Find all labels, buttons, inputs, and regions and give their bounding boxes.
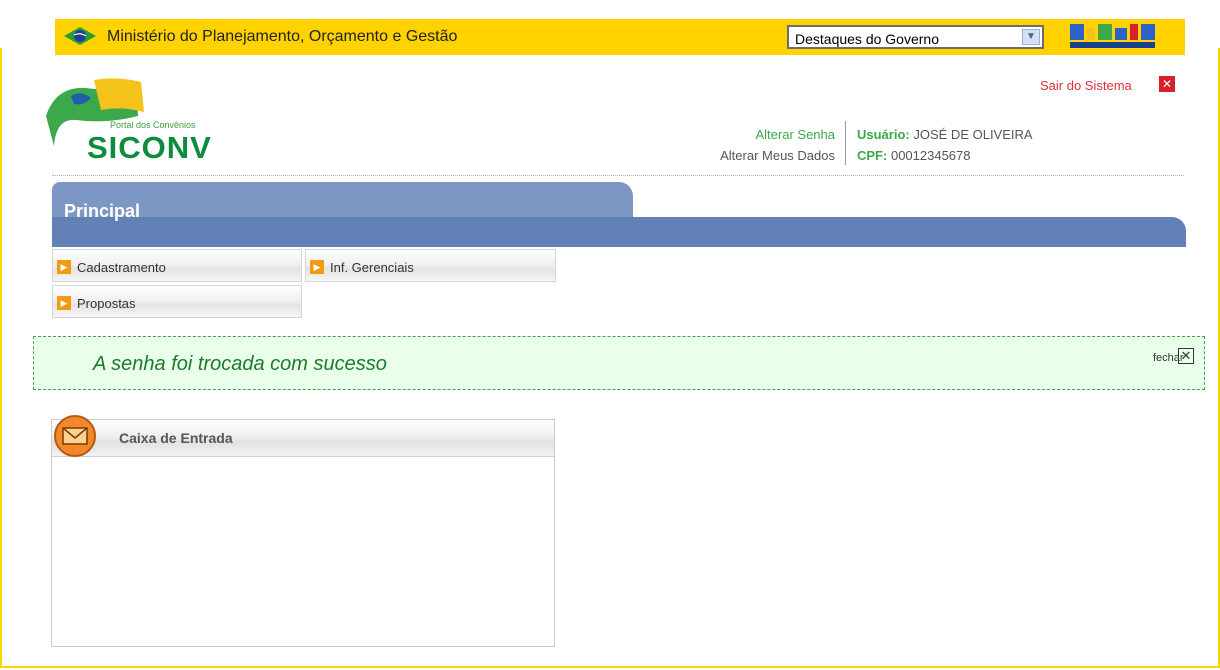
menu-item-inf-gerenciais[interactable]: ▶ Inf. Gerenciais bbox=[305, 249, 556, 282]
gov-highlights-select[interactable]: Destaques do Governo ▼ bbox=[787, 25, 1044, 49]
account-links: Alterar Senha Alterar Meus Dados bbox=[720, 124, 835, 166]
arrow-right-icon: ▶ bbox=[57, 296, 71, 310]
menu-item-cadastramento[interactable]: ▶ Cadastramento bbox=[52, 249, 302, 282]
logo-portal-text: Portal dos Convênios bbox=[110, 120, 196, 130]
exit-icon[interactable]: ✕ bbox=[1159, 76, 1175, 92]
change-data-link[interactable]: Alterar Meus Dados bbox=[720, 145, 835, 166]
select-value: Destaques do Governo bbox=[795, 31, 939, 47]
tab-principal-label: Principal bbox=[64, 201, 141, 221]
tab-band bbox=[52, 217, 1186, 247]
user-label: Usuário: bbox=[857, 127, 910, 142]
envelope-icon bbox=[54, 415, 96, 457]
user-name: JOSÉ DE OLIVEIRA bbox=[913, 127, 1033, 142]
change-password-link[interactable]: Alterar Senha bbox=[720, 124, 836, 145]
menu-item-label: Inf. Gerenciais bbox=[330, 260, 414, 275]
user-info: Usuário: JOSÉ DE OLIVEIRA CPF: 000123456… bbox=[857, 124, 1033, 166]
cpf-label: CPF: bbox=[857, 148, 888, 163]
brasil-logo bbox=[1070, 24, 1155, 48]
chevron-down-icon[interactable]: ▼ bbox=[1022, 29, 1040, 45]
arrow-right-icon: ▶ bbox=[310, 260, 324, 274]
close-icon[interactable]: ✕ bbox=[1178, 348, 1194, 364]
header-divider bbox=[52, 175, 1184, 176]
logo-siconv-text: SICONV bbox=[87, 130, 212, 165]
inbox-title: Caixa de Entrada bbox=[119, 430, 233, 446]
header-separator bbox=[845, 121, 846, 165]
arrow-right-icon: ▶ bbox=[57, 260, 71, 274]
menu-item-propostas[interactable]: ▶ Propostas bbox=[52, 285, 302, 318]
menu-item-label: Propostas bbox=[77, 296, 136, 311]
ministry-title: Ministério do Planejamento, Orçamento e … bbox=[107, 28, 458, 45]
success-message: A senha foi trocada com sucesso bbox=[93, 353, 387, 375]
menu-item-label: Cadastramento bbox=[77, 260, 166, 275]
cpf-value: 00012345678 bbox=[890, 148, 971, 163]
brazil-flag-icon bbox=[64, 27, 96, 45]
exit-link[interactable]: Sair do Sistema bbox=[1040, 78, 1132, 93]
